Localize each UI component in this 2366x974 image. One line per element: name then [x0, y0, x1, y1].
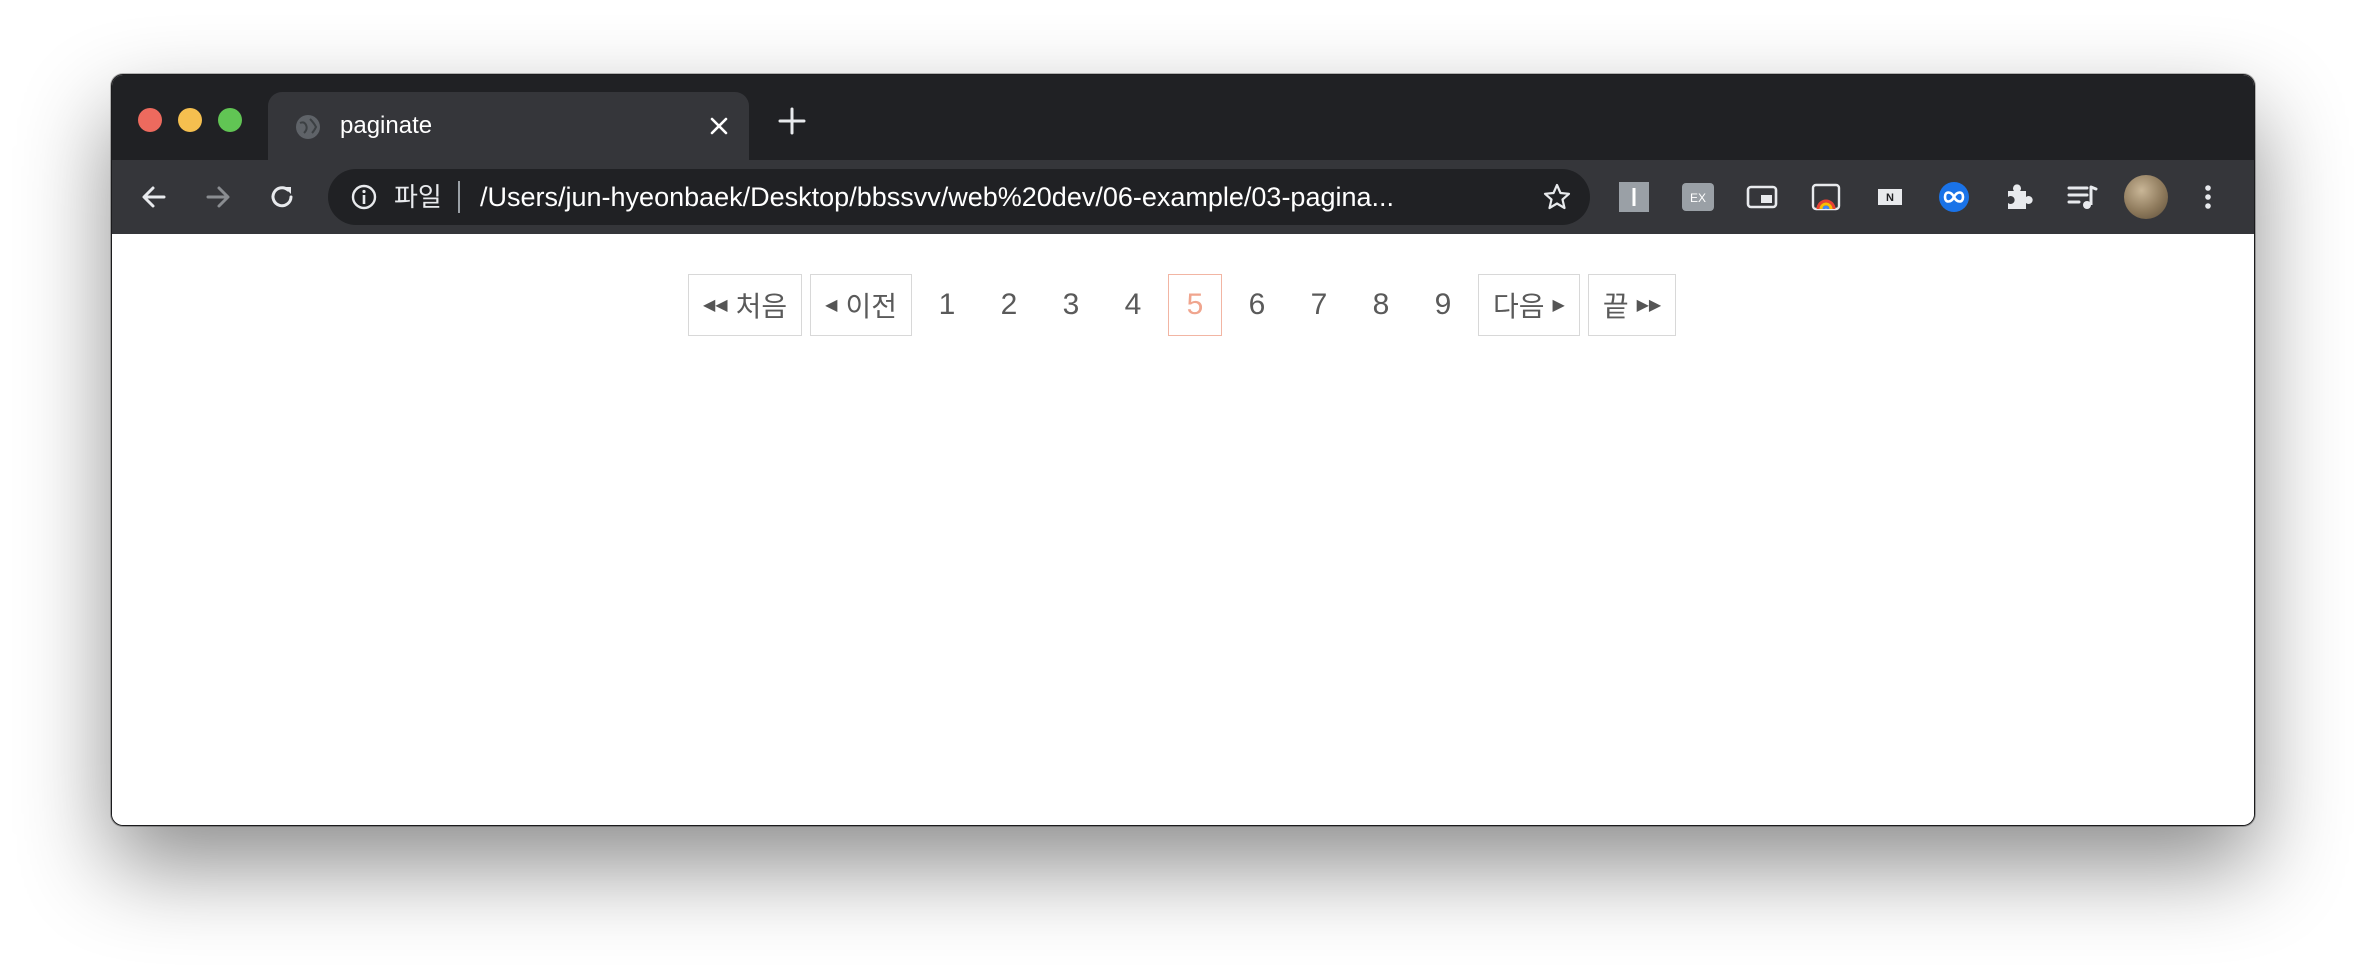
- browser-tab[interactable]: paginate: [268, 92, 749, 160]
- info-icon[interactable]: [350, 183, 378, 211]
- menu-kebab-icon[interactable]: [2190, 179, 2226, 215]
- browser-window: paginate 파일 /Users/jun-hyeonbaek/Desktop…: [111, 74, 2255, 826]
- prev-page-label: 이전: [845, 291, 897, 322]
- double-chevron-left-icon: ◀◀: [703, 297, 728, 314]
- n-extension-icon[interactable]: N: [1872, 179, 1908, 215]
- page-link-3[interactable]: 3: [1044, 274, 1098, 336]
- next-page-label: 다음: [1492, 291, 1545, 322]
- profile-avatar[interactable]: [2124, 175, 2168, 219]
- page-content: ◀◀ 처음 ◀ 이전 1 2 3 4 5 6 7 8 9 다음 ▶ 끝 ▶▶: [112, 234, 2254, 825]
- back-arrow-icon[interactable]: [136, 179, 172, 215]
- first-page-button[interactable]: ◀◀ 처음: [688, 274, 803, 336]
- extension-i-icon[interactable]: [1616, 179, 1652, 215]
- new-tab-icon[interactable]: [776, 105, 808, 137]
- forward-arrow-icon[interactable]: [200, 179, 236, 215]
- address-separator: [458, 181, 460, 213]
- page-link-1[interactable]: 1: [920, 274, 974, 336]
- prev-page-button[interactable]: ◀ 이전: [810, 274, 912, 336]
- last-page-button[interactable]: 끝 ▶▶: [1587, 274, 1677, 336]
- page-link-8[interactable]: 8: [1354, 274, 1408, 336]
- chevron-right-icon: ▶: [1552, 297, 1565, 314]
- browser-toolbar: 파일 /Users/jun-hyeonbaek/Desktop/bbssvv/w…: [112, 160, 2254, 234]
- reload-icon[interactable]: [264, 179, 300, 215]
- svg-text:N: N: [1886, 192, 1894, 204]
- media-playlist-icon[interactable]: [2064, 179, 2100, 215]
- chevron-left-icon: ◀: [825, 297, 838, 314]
- title-bar: paginate: [112, 75, 2254, 160]
- page-link-2[interactable]: 2: [982, 274, 1036, 336]
- page-link-7[interactable]: 7: [1292, 274, 1346, 336]
- close-tab-icon[interactable]: [705, 112, 733, 140]
- next-page-button[interactable]: 다음 ▶: [1477, 274, 1580, 336]
- page-link-9[interactable]: 9: [1416, 274, 1470, 336]
- scheme-label: 파일: [394, 182, 442, 212]
- extension-ex-icon[interactable]: EX: [1680, 179, 1716, 215]
- picture-in-picture-icon[interactable]: [1744, 179, 1780, 215]
- page-link-6[interactable]: 6: [1230, 274, 1284, 336]
- pagination: ◀◀ 처음 ◀ 이전 1 2 3 4 5 6 7 8 9 다음 ▶ 끝 ▶▶: [688, 274, 1677, 336]
- double-chevron-right-icon: ▶▶: [1636, 297, 1662, 314]
- page-link-4[interactable]: 4: [1106, 274, 1160, 336]
- minimize-window-button[interactable]: [178, 108, 202, 132]
- bookmark-star-icon[interactable]: [1542, 182, 1572, 212]
- rainbow-extension-icon[interactable]: [1808, 179, 1844, 215]
- last-page-label: 끝: [1602, 291, 1629, 322]
- maximize-window-button[interactable]: [218, 108, 242, 132]
- tab-title: paginate: [340, 112, 433, 139]
- svg-text:EX: EX: [1690, 191, 1706, 205]
- url-text[interactable]: /Users/jun-hyeonbaek/Desktop/bbssvv/web%…: [480, 181, 1520, 213]
- infinity-extension-icon[interactable]: [1936, 179, 1972, 215]
- address-bar[interactable]: 파일 /Users/jun-hyeonbaek/Desktop/bbssvv/w…: [328, 169, 1590, 225]
- globe-icon: [296, 115, 320, 139]
- close-window-button[interactable]: [138, 108, 162, 132]
- first-page-label: 처음: [735, 291, 788, 322]
- page-link-5-current[interactable]: 5: [1167, 274, 1222, 336]
- puzzle-extensions-icon[interactable]: [2000, 179, 2036, 215]
